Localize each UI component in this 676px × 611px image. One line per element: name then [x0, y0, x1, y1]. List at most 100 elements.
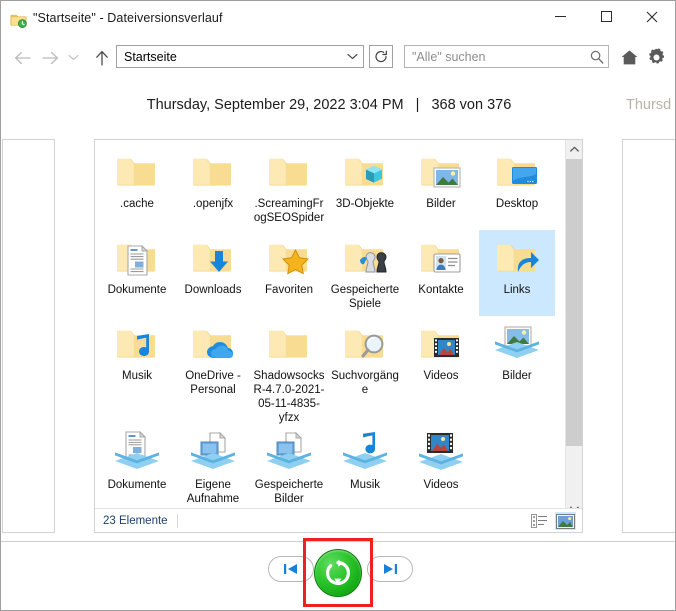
details-view-icon[interactable]	[529, 512, 550, 530]
file-item-label: Gespeicherte Bilder	[254, 479, 324, 505]
file-item-label: Kontakte	[418, 284, 464, 296]
file-item[interactable]: OneDrive - Personal	[175, 316, 251, 425]
file-item[interactable]: .ScreamingFrogSEOSpider	[251, 144, 327, 230]
previous-version-preview-panel[interactable]	[2, 139, 55, 533]
folder-games-icon	[340, 234, 390, 280]
file-item[interactable]: .cache	[99, 144, 175, 230]
large-icons-view-icon[interactable]	[555, 512, 576, 530]
folder-pictures-icon	[416, 148, 466, 194]
search-placeholder: "Alle" suchen	[412, 49, 486, 64]
folder-icon	[112, 148, 162, 194]
folder-links-icon	[492, 234, 542, 280]
file-item-label: Downloads	[184, 284, 242, 296]
file-item[interactable]: Dokumente	[99, 425, 175, 511]
file-item[interactable]: .openjfx	[175, 144, 251, 230]
folder-contacts-icon	[416, 234, 466, 280]
file-item-label: Suchvorgänge	[331, 370, 399, 396]
file-item[interactable]: Downloads	[175, 230, 251, 316]
file-item[interactable]: 3D-Objekte	[327, 144, 403, 230]
file-item-label: Bilder	[426, 198, 456, 210]
file-item-label: .cache	[120, 198, 154, 210]
file-item-label: Musik	[121, 370, 153, 382]
file-item-label: Musik	[349, 479, 381, 491]
file-item[interactable]: Dokumente	[99, 230, 175, 316]
status-bar: 23 Elemente	[95, 508, 582, 532]
library-pictures-icon	[492, 320, 542, 366]
folder-icon	[264, 320, 314, 366]
file-item-label: Links	[503, 284, 531, 296]
next-version-button[interactable]	[367, 556, 413, 582]
back-button[interactable]	[9, 45, 35, 71]
version-position: 368 von 376	[431, 97, 512, 113]
file-item-label: Videos	[423, 370, 459, 382]
folder-history-icon	[10, 11, 28, 29]
scrollbar-thumb[interactable]	[566, 159, 582, 446]
restore-button[interactable]	[314, 549, 362, 597]
library-saved-icon	[264, 429, 314, 475]
next-version-preview-panel[interactable]	[622, 139, 675, 533]
library-music-icon	[340, 429, 390, 475]
file-item[interactable]: Links	[479, 230, 555, 316]
window-controls	[537, 1, 675, 32]
search-input[interactable]: "Alle" suchen	[404, 45, 609, 68]
file-item[interactable]: ShadowsocksR-4.7.0-2021-05-11-4835-yfzx	[251, 316, 327, 425]
up-button[interactable]	[89, 45, 115, 71]
file-item[interactable]: Gespeicherte Spiele	[327, 230, 403, 316]
file-item[interactable]: Desktop	[479, 144, 555, 230]
folder-music-icon	[112, 320, 162, 366]
file-item-label: Dokumente	[107, 479, 167, 491]
file-item[interactable]: Videos	[403, 316, 479, 425]
close-button[interactable]	[629, 1, 675, 32]
file-item-label: Eigene Aufnahme	[186, 479, 240, 505]
address-chevron-down-icon[interactable]	[341, 46, 363, 67]
file-item-label: Videos	[423, 479, 459, 491]
file-item[interactable]: Suchvorgänge	[327, 316, 403, 425]
address-text: Startseite	[124, 49, 177, 64]
status-divider	[176, 513, 178, 528]
library-documents-icon	[112, 429, 162, 475]
version-header: Thursday, September 29, 2022 3:04 PM | 3…	[1, 97, 675, 123]
version-separator: |	[415, 97, 420, 113]
file-item-label: OneDrive - Personal	[185, 370, 241, 396]
file-item-label: Gespeicherte Spiele	[330, 284, 400, 310]
library-videos-icon	[416, 429, 466, 475]
file-item[interactable]: Musik	[99, 316, 175, 425]
folder-search-icon	[340, 320, 390, 366]
file-history-window: "Startseite" - Dateiversionsverlauf Star…	[0, 0, 676, 611]
folder-favorites-icon	[264, 234, 314, 280]
title-bar: "Startseite" - Dateiversionsverlauf	[1, 1, 675, 39]
folder-documents-icon	[112, 234, 162, 280]
address-bar[interactable]: Startseite	[116, 45, 364, 68]
files-area[interactable]: .cache .openjfx .ScreamingFrogSEOSpider 3D-…	[95, 140, 562, 517]
folder-onedrive-icon	[188, 320, 238, 366]
file-item-label: 3D-Objekte	[335, 198, 395, 210]
file-item[interactable]: Gespeicherte Bilder	[251, 425, 327, 511]
minimize-button[interactable]	[537, 1, 583, 32]
vertical-scrollbar[interactable]	[565, 140, 582, 517]
folder-3d-icon	[340, 148, 390, 194]
file-item[interactable]: Eigene Aufnahme	[175, 425, 251, 511]
folder-videos-icon	[416, 320, 466, 366]
next-version-timestamp-faded: Thursd	[626, 97, 672, 113]
file-item[interactable]: Kontakte	[403, 230, 479, 316]
file-item-label: Favoriten	[265, 284, 313, 296]
file-item[interactable]: Bilder	[479, 316, 555, 425]
refresh-button[interactable]	[369, 45, 393, 68]
forward-button[interactable]	[37, 45, 63, 71]
window-title: "Startseite" - Dateiversionsverlauf	[33, 11, 223, 25]
home-button[interactable]	[617, 45, 641, 69]
file-item[interactable]: Bilder	[403, 144, 479, 230]
file-item[interactable]: Favoriten	[251, 230, 327, 316]
explorer-panel: .cache .openjfx .ScreamingFrogSEOSpider 3D-…	[94, 139, 583, 533]
file-grid: .cache .openjfx .ScreamingFrogSEOSpider 3D-…	[99, 144, 559, 511]
folder-icon	[264, 148, 314, 194]
file-item[interactable]: Videos	[403, 425, 479, 511]
search-icon[interactable]	[586, 46, 608, 67]
maximize-button[interactable]	[583, 1, 629, 32]
file-item[interactable]: Musik	[327, 425, 403, 511]
file-item-label: .openjfx	[192, 198, 234, 210]
scroll-up-chevron-up-icon[interactable]	[566, 140, 582, 157]
settings-gear-icon[interactable]	[644, 45, 668, 69]
recent-locations-chevron-down-icon[interactable]	[63, 45, 83, 71]
previous-version-button[interactable]	[268, 556, 314, 582]
